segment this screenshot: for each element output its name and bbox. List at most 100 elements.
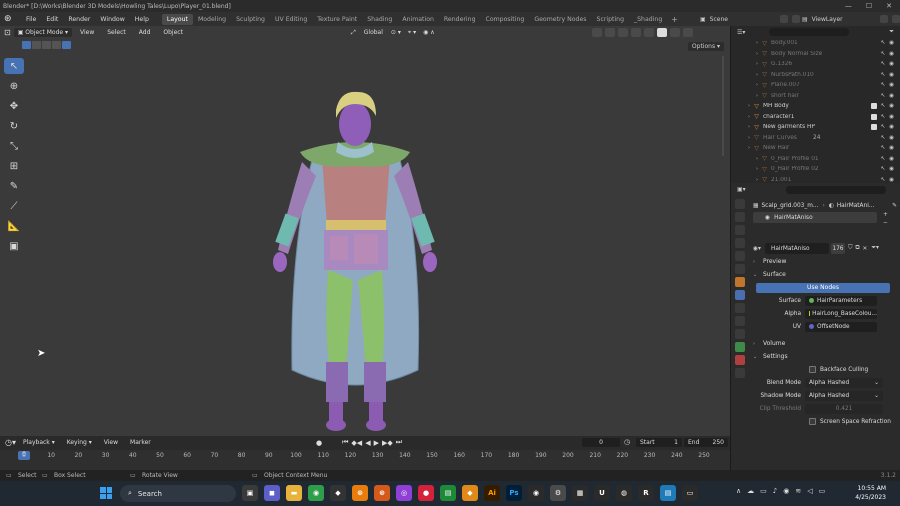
current-frame-field[interactable]: 0 [582, 438, 620, 447]
mode-dropdown[interactable]: ▣ Object Mode ▾ [13, 28, 72, 37]
measure-tool-icon[interactable]: 📐 [4, 218, 24, 234]
add-slot-icon[interactable]: + [883, 212, 888, 218]
options-dropdown[interactable]: Options ▾ [687, 42, 724, 51]
scale-tool-icon[interactable]: ⤡ [4, 138, 24, 154]
select-invert-icon[interactable] [52, 41, 61, 49]
surface-section[interactable]: ⌄ Surface [753, 268, 899, 281]
settings-section[interactable]: ⌄ Settings [753, 350, 899, 363]
properties-editor-icon[interactable]: ▣▾ [737, 186, 746, 193]
menu-keying[interactable]: Keying ▾ [62, 439, 97, 446]
app-gear-icon[interactable]: ⚙ [550, 485, 566, 501]
3d-viewport[interactable]: ⊡ ▣ Object Mode ▾ View Select Add Object… [0, 26, 730, 436]
eye-icon[interactable]: ◉ [889, 135, 894, 141]
eye-icon[interactable]: ◉ [889, 72, 894, 78]
eye-icon[interactable]: ◉ [889, 51, 894, 57]
menu-file[interactable]: File [21, 16, 41, 23]
cursor-tool-icon[interactable]: ⊕ [4, 78, 24, 94]
photoshop-icon[interactable]: Ps [506, 485, 522, 501]
expand-arrow-icon[interactable]: › [753, 51, 761, 57]
add-workspace-icon[interactable]: + [667, 15, 682, 24]
timeline-editor[interactable]: ◷▾ Playback ▾ Keying ▾ View Marker ● ⏮ ◆… [0, 436, 730, 470]
tab-texture-icon[interactable] [735, 368, 745, 378]
selectable-arrow-icon[interactable]: ↖ [881, 61, 886, 67]
fake-user-icon[interactable]: ⛉ [848, 245, 852, 252]
eye-icon[interactable]: ◉ [889, 177, 894, 183]
tray-app2-icon[interactable]: ◉ [783, 487, 789, 495]
properties-search-input[interactable] [785, 185, 886, 194]
exclude-checkbox[interactable] [870, 124, 877, 131]
rendered-shading-icon[interactable] [683, 28, 693, 37]
draw-tool-icon[interactable]: ⟋ [4, 198, 24, 214]
outliner-search-input[interactable] [769, 28, 850, 36]
viewlayer-selector[interactable]: ▤ ViewLayer [802, 14, 900, 24]
scene-selector[interactable]: ▣ Scene [700, 14, 800, 24]
blender-alt-icon[interactable]: ⊛ [374, 485, 390, 501]
expand-arrow-icon[interactable]: › [745, 145, 753, 151]
gizmo-icon[interactable] [605, 28, 615, 37]
scene-new-icon[interactable] [792, 15, 800, 23]
selectable-arrow-icon[interactable]: ↖ [881, 82, 886, 88]
selectable-arrow-icon[interactable]: ↖ [881, 156, 886, 162]
tab-compositing[interactable]: Compositing [481, 14, 530, 25]
chat-icon[interactable]: ◼ [264, 485, 280, 501]
clock-icon[interactable]: ◷ [624, 438, 630, 446]
proportional-icon[interactable]: ◉ ∧ [423, 29, 435, 36]
pivot-icon[interactable]: ⊙ ▾ [391, 29, 401, 36]
tab-rendering[interactable]: Rendering [439, 14, 481, 25]
material-name-field[interactable]: HairMatAniso [764, 243, 829, 254]
editor-type-icon[interactable]: ⊡ [4, 28, 11, 37]
end-frame-field[interactable]: End 250 [684, 438, 728, 447]
outliner-row[interactable]: › ▽ G.1326 ↖ ◉ [731, 59, 900, 70]
orientation-dropdown[interactable]: Global [359, 29, 388, 36]
timeline-editor-icon[interactable]: ◷▾ [5, 438, 16, 447]
user-count-field[interactable]: 176 [830, 243, 845, 254]
viewport-scrollbar[interactable] [718, 56, 728, 156]
minimize-button[interactable]: — [845, 2, 852, 10]
tab-physics-icon[interactable] [735, 316, 745, 326]
unreal-icon[interactable]: U [594, 485, 610, 501]
tab-particles-icon[interactable] [735, 303, 745, 313]
exclude-checkbox[interactable] [870, 103, 877, 110]
selectable-arrow-icon[interactable]: ↖ [881, 114, 886, 120]
rotate-tool-icon[interactable]: ↻ [4, 118, 24, 134]
tab-world-icon[interactable] [735, 264, 745, 274]
tab-scene-icon[interactable] [735, 251, 745, 261]
selectable-arrow-icon[interactable]: ↖ [881, 177, 886, 183]
selectable-arrow-icon[interactable]: ↖ [881, 166, 886, 172]
menu-edit[interactable]: Edit [41, 16, 63, 23]
close-button[interactable]: ✕ [886, 2, 892, 10]
scene-browse-icon[interactable] [780, 15, 788, 23]
outliner-row[interactable]: › ▽ MH Body ↖ ◉ [731, 101, 900, 112]
menu-window[interactable]: Window [95, 16, 129, 23]
blender-logo-icon[interactable]: ⊛ [4, 14, 16, 24]
material-browse-icon[interactable]: ◉▾ [753, 246, 761, 252]
expand-arrow-icon[interactable]: › [753, 177, 761, 183]
alpha-field[interactable]: HairLong_BaseColou... [805, 308, 877, 319]
tab-render-icon[interactable] [735, 212, 745, 222]
menu-timeline-view[interactable]: View [99, 439, 123, 446]
select-intersect-icon[interactable] [62, 41, 71, 49]
blend-mode-dropdown[interactable]: Alpha Hashed ⌄ [805, 377, 883, 388]
outliner-row[interactable]: › ▽ Body.001 ↖ ◉ [731, 38, 900, 49]
outliner-row[interactable]: › ▽ New garments HP ↖ ◉ [731, 122, 900, 133]
microphone-icon[interactable]: ♪ [773, 487, 777, 495]
menu-render[interactable]: Render [63, 16, 95, 23]
app-red-icon[interactable]: ● [418, 485, 434, 501]
select-box-tool-icon[interactable]: ↖ [4, 58, 24, 74]
tab-object-icon[interactable] [735, 277, 745, 287]
wifi-icon[interactable]: ≋ [795, 487, 801, 495]
viewlayer-new-icon[interactable] [892, 15, 900, 23]
unlink-material-icon[interactable]: ✕ [862, 246, 867, 252]
expand-arrow-icon[interactable]: › [753, 82, 761, 88]
use-nodes-button[interactable]: Use Nodes [756, 282, 890, 293]
filter-icon[interactable]: ⏷ [889, 28, 894, 36]
selectable-arrow-icon[interactable]: ↖ [881, 93, 886, 99]
selectable-arrow-icon[interactable]: ↖ [881, 40, 886, 46]
tab-uv-editing[interactable]: UV Editing [270, 14, 312, 25]
tab-constraints-icon[interactable] [735, 329, 745, 339]
volume-icon[interactable]: ◁ [807, 487, 812, 495]
unity-icon[interactable]: ◆ [330, 485, 346, 501]
uv-field[interactable]: OffsetNode [805, 321, 877, 332]
notepad-icon[interactable]: ▤ [660, 485, 676, 501]
prev-keyframe-icon[interactable]: ◆◀ [351, 439, 362, 447]
